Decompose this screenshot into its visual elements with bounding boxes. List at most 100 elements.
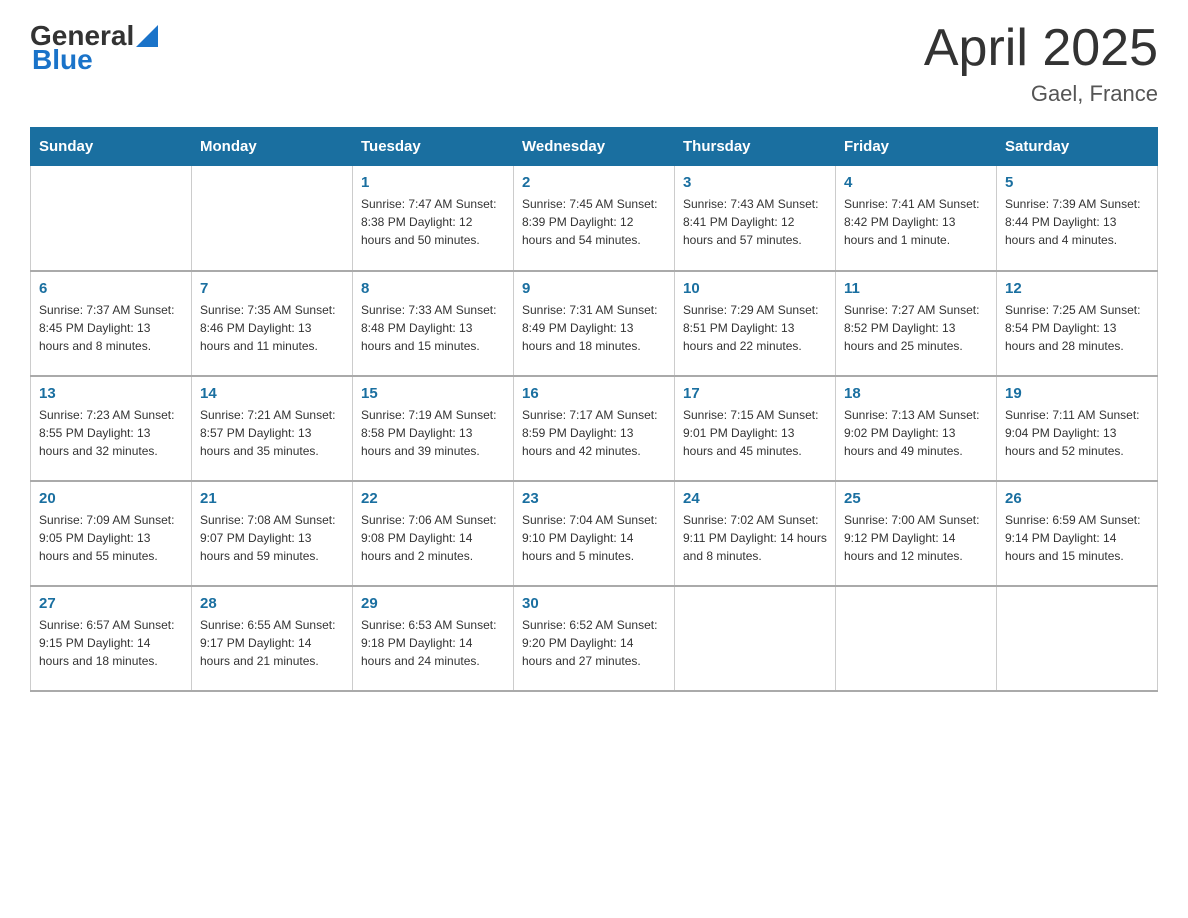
- day-number: 30: [522, 595, 666, 612]
- calendar-cell: 19 Sunrise: 7:11 AM Sunset: 9:04 PM Dayli…: [997, 376, 1158, 481]
- day-info: Sunrise: 7:15 AM Sunset: 9:01 PM Dayligh…: [683, 406, 827, 460]
- calendar-cell: 28 Sunrise: 6:55 AM Sunset: 9:17 PM Dayli…: [192, 586, 353, 691]
- day-info: Sunrise: 7:33 AM Sunset: 8:48 PM Dayligh…: [361, 301, 505, 355]
- day-info: Sunrise: 7:27 AM Sunset: 8:52 PM Dayligh…: [844, 301, 988, 355]
- day-info: Sunrise: 7:31 AM Sunset: 8:49 PM Dayligh…: [522, 301, 666, 355]
- title-block: April 2025 Gael, France: [924, 20, 1158, 107]
- day-number: 14: [200, 385, 344, 402]
- day-info: Sunrise: 7:47 AM Sunset: 8:38 PM Dayligh…: [361, 195, 505, 249]
- calendar-cell: 24 Sunrise: 7:02 AM Sunset: 9:11 PM Dayli…: [675, 481, 836, 586]
- calendar-cell: 30Sunrise: 6:52 AM Sunset: 9:20 PM Dayli…: [514, 586, 675, 691]
- calendar-cell: 15 Sunrise: 7:19 AM Sunset: 8:58 PM Dayli…: [353, 376, 514, 481]
- day-number: 10: [683, 280, 827, 297]
- calendar-cell: 3 Sunrise: 7:43 AM Sunset: 8:41 PM Daylig…: [675, 166, 836, 271]
- calendar-cell: 8 Sunrise: 7:33 AM Sunset: 8:48 PM Daylig…: [353, 271, 514, 376]
- calendar-cell: 17 Sunrise: 7:15 AM Sunset: 9:01 PM Dayli…: [675, 376, 836, 481]
- col-sunday: Sunday: [31, 128, 192, 166]
- col-saturday: Saturday: [997, 128, 1158, 166]
- day-number: 6: [39, 280, 183, 297]
- calendar-cell: 14 Sunrise: 7:21 AM Sunset: 8:57 PM Dayli…: [192, 376, 353, 481]
- day-number: 25: [844, 490, 988, 507]
- day-number: 3: [683, 174, 827, 191]
- col-monday: Monday: [192, 128, 353, 166]
- logo: General Blue: [30, 20, 158, 76]
- calendar-cell: 22Sunrise: 7:06 AM Sunset: 9:08 PM Dayli…: [353, 481, 514, 586]
- day-info: Sunrise: 7:23 AM Sunset: 8:55 PM Dayligh…: [39, 406, 183, 460]
- day-number: 9: [522, 280, 666, 297]
- calendar-week-row: 27 Sunrise: 6:57 AM Sunset: 9:15 PM Dayli…: [31, 586, 1158, 691]
- calendar-cell: 25 Sunrise: 7:00 AM Sunset: 9:12 PM Dayli…: [836, 481, 997, 586]
- day-info: Sunrise: 7:41 AM Sunset: 8:42 PM Dayligh…: [844, 195, 988, 249]
- calendar-cell: [31, 166, 192, 271]
- day-number: 2: [522, 174, 666, 191]
- calendar-cell: 1 Sunrise: 7:47 AM Sunset: 8:38 PM Daylig…: [353, 166, 514, 271]
- day-info: Sunrise: 7:25 AM Sunset: 8:54 PM Dayligh…: [1005, 301, 1149, 355]
- day-info: Sunrise: 7:09 AM Sunset: 9:05 PM Dayligh…: [39, 511, 183, 565]
- day-number: 8: [361, 280, 505, 297]
- day-number: 29: [361, 595, 505, 612]
- day-info: Sunrise: 7:00 AM Sunset: 9:12 PM Dayligh…: [844, 511, 988, 565]
- calendar-cell: 20 Sunrise: 7:09 AM Sunset: 9:05 PM Dayli…: [31, 481, 192, 586]
- day-info: Sunrise: 6:59 AM Sunset: 9:14 PM Dayligh…: [1005, 511, 1149, 565]
- day-info: Sunrise: 7:08 AM Sunset: 9:07 PM Dayligh…: [200, 511, 344, 565]
- day-number: 19: [1005, 385, 1149, 402]
- calendar-week-row: 6 Sunrise: 7:37 AM Sunset: 8:45 PM Daylig…: [31, 271, 1158, 376]
- day-number: 4: [844, 174, 988, 191]
- day-info: Sunrise: 7:02 AM Sunset: 9:11 PM Dayligh…: [683, 511, 827, 565]
- calendar-cell: 2 Sunrise: 7:45 AM Sunset: 8:39 PM Daylig…: [514, 166, 675, 271]
- calendar-week-row: 20 Sunrise: 7:09 AM Sunset: 9:05 PM Dayli…: [31, 481, 1158, 586]
- calendar-cell: 26 Sunrise: 6:59 AM Sunset: 9:14 PM Dayli…: [997, 481, 1158, 586]
- day-info: Sunrise: 7:45 AM Sunset: 8:39 PM Dayligh…: [522, 195, 666, 249]
- day-info: Sunrise: 7:29 AM Sunset: 8:51 PM Dayligh…: [683, 301, 827, 355]
- calendar-cell: 6 Sunrise: 7:37 AM Sunset: 8:45 PM Daylig…: [31, 271, 192, 376]
- calendar-cell: 4 Sunrise: 7:41 AM Sunset: 8:42 PM Daylig…: [836, 166, 997, 271]
- calendar-cell: [192, 166, 353, 271]
- calendar-cell: 11Sunrise: 7:27 AM Sunset: 8:52 PM Dayli…: [836, 271, 997, 376]
- day-info: Sunrise: 7:21 AM Sunset: 8:57 PM Dayligh…: [200, 406, 344, 460]
- day-info: Sunrise: 7:13 AM Sunset: 9:02 PM Dayligh…: [844, 406, 988, 460]
- logo-triangle-icon: [136, 25, 158, 47]
- calendar-cell: 23 Sunrise: 7:04 AM Sunset: 9:10 PM Dayli…: [514, 481, 675, 586]
- col-tuesday: Tuesday: [353, 128, 514, 166]
- day-number: 5: [1005, 174, 1149, 191]
- day-number: 12: [1005, 280, 1149, 297]
- day-info: Sunrise: 6:57 AM Sunset: 9:15 PM Dayligh…: [39, 616, 183, 670]
- day-info: Sunrise: 7:43 AM Sunset: 8:41 PM Dayligh…: [683, 195, 827, 249]
- calendar-cell: 12 Sunrise: 7:25 AM Sunset: 8:54 PM Dayli…: [997, 271, 1158, 376]
- day-info: Sunrise: 7:04 AM Sunset: 9:10 PM Dayligh…: [522, 511, 666, 565]
- day-number: 16: [522, 385, 666, 402]
- calendar-title: April 2025: [924, 20, 1158, 77]
- calendar-cell: 5Sunrise: 7:39 AM Sunset: 8:44 PM Daylig…: [997, 166, 1158, 271]
- day-number: 21: [200, 490, 344, 507]
- day-info: Sunrise: 7:11 AM Sunset: 9:04 PM Dayligh…: [1005, 406, 1149, 460]
- calendar-cell: 27 Sunrise: 6:57 AM Sunset: 9:15 PM Dayli…: [31, 586, 192, 691]
- day-number: 23: [522, 490, 666, 507]
- day-info: Sunrise: 6:55 AM Sunset: 9:17 PM Dayligh…: [200, 616, 344, 670]
- day-number: 20: [39, 490, 183, 507]
- day-number: 1: [361, 174, 505, 191]
- day-info: Sunrise: 7:37 AM Sunset: 8:45 PM Dayligh…: [39, 301, 183, 355]
- calendar-week-row: 1 Sunrise: 7:47 AM Sunset: 8:38 PM Daylig…: [31, 166, 1158, 271]
- calendar-cell: 9 Sunrise: 7:31 AM Sunset: 8:49 PM Daylig…: [514, 271, 675, 376]
- calendar-subtitle: Gael, France: [924, 81, 1158, 107]
- day-info: Sunrise: 7:19 AM Sunset: 8:58 PM Dayligh…: [361, 406, 505, 460]
- day-number: 24: [683, 490, 827, 507]
- day-number: 15: [361, 385, 505, 402]
- day-number: 13: [39, 385, 183, 402]
- col-friday: Friday: [836, 128, 997, 166]
- calendar-cell: [836, 586, 997, 691]
- logo-blue-text: Blue: [32, 44, 93, 76]
- calendar-cell: [675, 586, 836, 691]
- day-number: 17: [683, 385, 827, 402]
- day-number: 28: [200, 595, 344, 612]
- calendar-cell: 13 Sunrise: 7:23 AM Sunset: 8:55 PM Dayli…: [31, 376, 192, 481]
- calendar-header-row: Sunday Monday Tuesday Wednesday Thursday…: [31, 128, 1158, 166]
- day-number: 18: [844, 385, 988, 402]
- calendar-cell: 16Sunrise: 7:17 AM Sunset: 8:59 PM Dayli…: [514, 376, 675, 481]
- day-number: 26: [1005, 490, 1149, 507]
- page-header: General Blue April 2025 Gael, France: [30, 20, 1158, 107]
- day-number: 27: [39, 595, 183, 612]
- col-thursday: Thursday: [675, 128, 836, 166]
- col-wednesday: Wednesday: [514, 128, 675, 166]
- calendar-cell: [997, 586, 1158, 691]
